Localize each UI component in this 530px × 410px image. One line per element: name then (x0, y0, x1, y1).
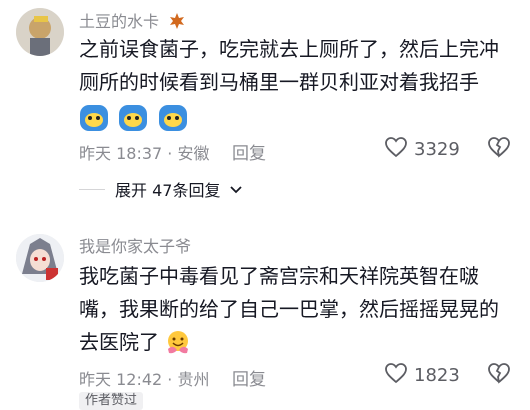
comment-text: 我吃菌子中毒看见了斋宫宗和天祥院英智在啵 嘴，我果断的给了自己一巴掌，然后摇摇晃… (79, 260, 519, 365)
like-button[interactable]: 3329 (384, 136, 460, 162)
reply-button[interactable]: 回复 (232, 365, 266, 390)
emoji-row (79, 99, 519, 139)
comment-line: 厕所的时候看到马桶里一群贝利亚对着我招手 (79, 70, 479, 94)
broken-heart-icon (488, 137, 510, 158)
location: 贵州 (177, 370, 210, 389)
comment-line-text: 去医院了 (79, 330, 159, 354)
comment-text: 之前误食菌子，吃完就去上厕所了，然后上完冲 厕所的时候看到马桶里一群贝利亚对着我… (79, 33, 519, 139)
author-label[interactable]: 土豆的水卡 (79, 12, 159, 31)
expand-label: 展开 47条回复 (115, 181, 221, 200)
comment-line: 去医院了 (79, 326, 519, 365)
author-name[interactable]: 我是你家太子爷 (79, 233, 191, 257)
emoji-face-icon (158, 104, 188, 142)
like-count: 1823 (414, 364, 460, 386)
dislike-button[interactable] (487, 136, 511, 162)
emoji-face-icon (118, 104, 148, 142)
comment-meta: 昨天 18:37 · 安徽 (79, 144, 210, 163)
comment-meta: 昨天 12:42 · 贵州 (79, 370, 210, 389)
maple-leaf-icon (168, 12, 186, 34)
author-liked-badge: 作者赞过 (79, 392, 144, 410)
timestamp: 昨天 12:42 (79, 370, 163, 389)
expand-replies-button[interactable]: 展开 47条回复 (79, 177, 243, 201)
avatar[interactable] (16, 234, 64, 282)
comment-2: 我是你家太子爷 我吃菌子中毒看见了斋宫宗和天祥院英智在啵 嘴，我果断的给了自己一… (0, 210, 530, 406)
like-count: 3329 (414, 138, 460, 160)
divider (79, 188, 105, 190)
timestamp: 昨天 18:37 (79, 144, 163, 163)
comment-line: 嘴，我果断的给了自己一巴掌，然后摇摇晃晃的 (79, 297, 499, 321)
avatar[interactable] (16, 8, 64, 56)
hug-emoji-icon (165, 329, 191, 365)
like-button[interactable]: 1823 (384, 362, 460, 388)
author-name[interactable]: 土豆的水卡 (79, 8, 186, 34)
comment-line: 之前误食菌子，吃完就去上厕所了，然后上完冲 (79, 37, 499, 61)
heart-outline-icon (384, 136, 408, 163)
dislike-button[interactable] (487, 362, 511, 388)
broken-heart-icon (488, 363, 510, 384)
comment-1: 土豆的水卡 之前误食菌子，吃完就去上厕所了，然后上完冲 厕所的时候看到马桶里一群… (0, 0, 530, 210)
location: 安徽 (177, 144, 210, 163)
heart-outline-icon (384, 362, 408, 389)
chevron-down-icon (230, 180, 243, 199)
reply-button[interactable]: 回复 (232, 139, 266, 164)
emoji-face-icon (79, 104, 109, 142)
comment-line: 我吃菌子中毒看见了斋宫宗和天祥院英智在啵 (79, 264, 479, 288)
